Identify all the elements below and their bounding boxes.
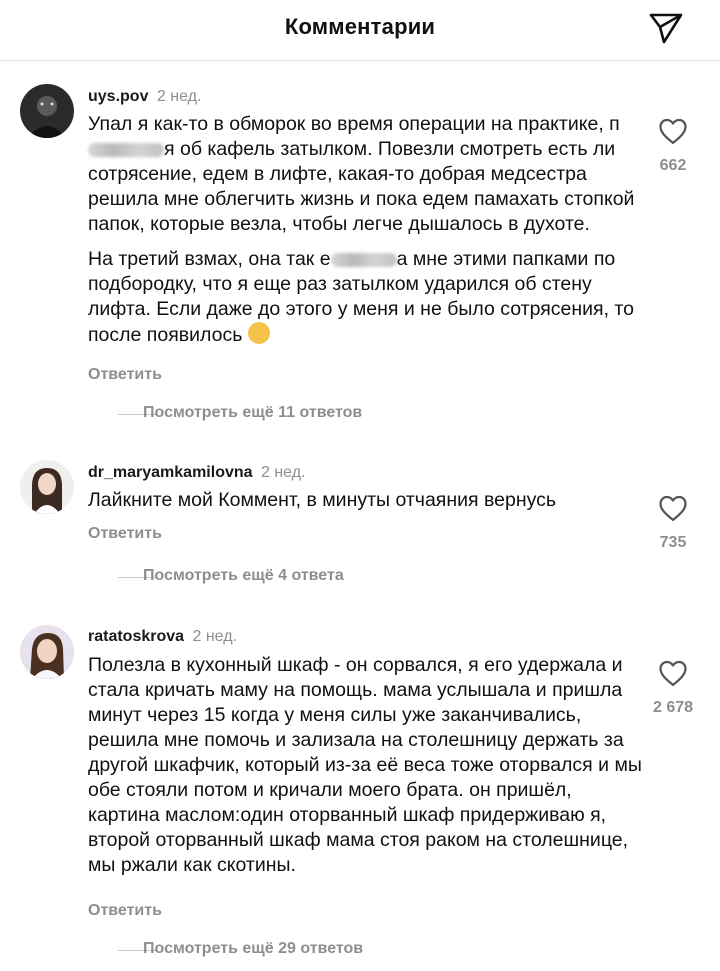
avatar[interactable]: [20, 625, 74, 679]
like-count: 735: [659, 534, 687, 551]
like-count: 662: [659, 157, 687, 174]
reply-button[interactable]: Ответить: [88, 525, 162, 543]
heart-icon[interactable]: [658, 494, 688, 522]
grinning-sweat-emoji-icon: [247, 322, 270, 344]
page-title: Комментарии: [284, 14, 436, 39]
censored-word: [88, 142, 164, 157]
reply-button[interactable]: Ответить: [88, 366, 162, 384]
heart-icon[interactable]: [658, 659, 688, 687]
timestamp: 2 нед.: [260, 464, 306, 481]
timestamp: 2 нед.: [192, 628, 238, 645]
header: Комментарии: [0, 0, 720, 61]
username[interactable]: uys.pov: [88, 88, 148, 105]
reply-button[interactable]: Ответить: [88, 902, 162, 920]
comment-text: Полезла в кухонный шкаф - он сорвался, я…: [88, 654, 642, 876]
comment-text: Лайкните мой Коммент, в минуты отчаяния …: [88, 489, 557, 511]
like-button[interactable]: 2 678: [640, 659, 706, 717]
username[interactable]: dr_maryamkamilovna: [88, 464, 253, 481]
timestamp: 2 нед.: [156, 88, 202, 105]
avatar[interactable]: [20, 460, 74, 514]
like-button[interactable]: 662: [640, 117, 706, 175]
paper-plane-icon[interactable]: [646, 8, 686, 48]
comment-text: Упал я как-то в обморок во время операци…: [88, 113, 635, 346]
like-button[interactable]: 735: [640, 494, 706, 552]
like-count: 2 678: [652, 699, 694, 716]
username[interactable]: ratatoskrova: [88, 628, 184, 645]
heart-icon[interactable]: [658, 117, 688, 145]
avatar[interactable]: [20, 84, 74, 138]
censored-word: [330, 252, 397, 267]
